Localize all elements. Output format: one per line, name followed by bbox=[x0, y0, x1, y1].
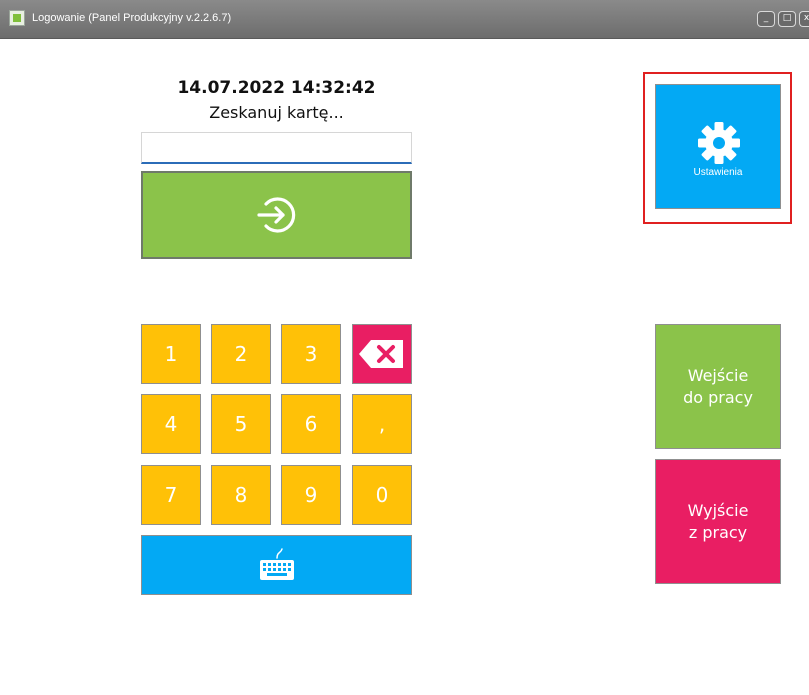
gear-icon bbox=[698, 122, 740, 164]
app-icon bbox=[9, 10, 25, 26]
key-comma[interactable]: , bbox=[352, 394, 412, 454]
key-1[interactable]: 1 bbox=[141, 324, 201, 384]
enter-work-label-line2: do pracy bbox=[683, 387, 753, 407]
key-9[interactable]: 9 bbox=[281, 465, 341, 525]
login-button[interactable] bbox=[141, 171, 412, 259]
key-0[interactable]: 0 bbox=[352, 465, 412, 525]
key-4[interactable]: 4 bbox=[141, 394, 201, 454]
key-3[interactable]: 3 bbox=[281, 324, 341, 384]
enter-work-label-line1: Wejście bbox=[687, 365, 749, 385]
title-bar: Logowanie (Panel Produkcyjny v.2.2.6.7) … bbox=[0, 0, 809, 39]
key-8[interactable]: 8 bbox=[211, 465, 271, 525]
backspace-icon bbox=[359, 340, 403, 368]
key-5[interactable]: 5 bbox=[211, 394, 271, 454]
enter-work-button[interactable]: Wejście do pracy bbox=[655, 324, 781, 449]
backspace-button[interactable] bbox=[352, 324, 412, 384]
card-input[interactable] bbox=[141, 132, 412, 164]
maximize-button[interactable]: □ bbox=[778, 11, 796, 27]
close-button[interactable]: x bbox=[799, 11, 809, 27]
settings-button[interactable]: Ustawienia bbox=[655, 84, 781, 209]
keyboard-icon bbox=[259, 548, 294, 580]
exit-work-label-line2: z pracy bbox=[688, 522, 748, 542]
key-2[interactable]: 2 bbox=[211, 324, 271, 384]
exit-work-label-line1: Wyjście bbox=[687, 500, 749, 520]
key-6[interactable]: 6 bbox=[281, 394, 341, 454]
exit-work-button[interactable]: Wyjście z pracy bbox=[655, 459, 781, 584]
key-7[interactable]: 7 bbox=[141, 465, 201, 525]
scan-card-prompt: Zeskanuj kartę... bbox=[209, 103, 344, 122]
arrow-right-circle-icon bbox=[256, 197, 295, 233]
window-title: Logowanie (Panel Produkcyjny v.2.2.6.7) bbox=[32, 12, 232, 24]
keyboard-button[interactable] bbox=[141, 535, 412, 595]
settings-label: Ustawienia bbox=[693, 167, 743, 178]
datetime-label: 14.07.2022 14:32:42 bbox=[177, 78, 376, 98]
minimize-button[interactable]: _ bbox=[757, 11, 775, 27]
